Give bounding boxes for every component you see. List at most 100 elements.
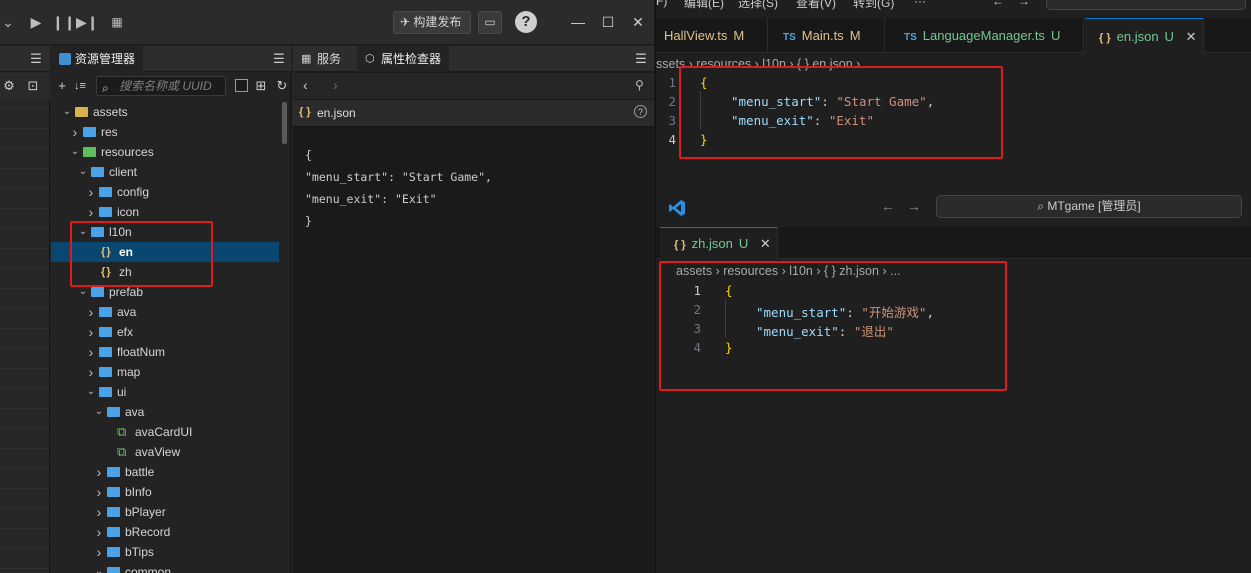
menu-edge: F) (656, 0, 668, 8)
menu-item-more[interactable]: ··· (914, 0, 926, 8)
chevron-right-icon[interactable]: › (93, 502, 105, 522)
panel-menu-icon[interactable]: ☰ (273, 52, 285, 66)
chevron-right-icon[interactable]: › (69, 122, 81, 142)
tree-row-battle[interactable]: › battle (51, 462, 279, 482)
tree-row-assets[interactable]: ⌄ assets (51, 102, 279, 122)
chevron-right-icon[interactable]: › (93, 462, 105, 482)
tree-row-floatnum[interactable]: › floatNum (51, 342, 279, 362)
close-tab-icon[interactable]: ✕ (1186, 29, 1197, 44)
tab-assets[interactable]: 资源管理器 (51, 46, 144, 72)
maximize-icon[interactable]: ☐ (598, 12, 618, 32)
menu-item-goto[interactable]: 转到(G) (853, 0, 894, 11)
chevron-right-icon[interactable]: › (93, 542, 105, 562)
tree-row-ava[interactable]: › ava (51, 302, 279, 322)
tree-row-label: floatNum (117, 345, 166, 359)
vscode-logo-icon (669, 200, 685, 216)
folder-open-icon (91, 287, 104, 297)
minimize-icon[interactable]: — (568, 12, 588, 32)
tab-services[interactable]: ▦ 服务 (293, 46, 349, 72)
line-number: 4 (668, 132, 676, 147)
tree-row-label: res (101, 125, 118, 139)
forward-arrow-icon[interactable]: → (1018, 0, 1030, 8)
step-icon[interactable]: ▶❙ (76, 12, 99, 32)
chevron-down-icon[interactable]: ⌄ (69, 142, 81, 162)
tab-zh-json[interactable]: { } zh.json U ✕ (660, 227, 778, 259)
tree-row-res[interactable]: › res (51, 122, 279, 142)
prefab-icon: ⧉ (117, 444, 127, 459)
chevron-right-icon[interactable]: › (85, 302, 97, 322)
tree-row-ava[interactable]: ⌄ ava (51, 402, 279, 422)
inspector-nav: ‹ › ⚲ (293, 73, 654, 99)
help-button[interactable]: ? (515, 11, 537, 33)
tab-hallview[interactable]: HallView.ts M (656, 18, 768, 53)
tree-row-btips[interactable]: › bTips (51, 542, 279, 562)
chevron-down-icon[interactable]: ⌄ (93, 562, 105, 573)
refresh-icon[interactable]: ↻ (275, 77, 289, 95)
chevron-down-icon[interactable]: ⌄ (93, 402, 105, 422)
forward-arrow-icon[interactable]: › (333, 77, 338, 93)
tab-main[interactable]: TS Main.ts M (769, 18, 885, 53)
chevron-right-icon[interactable]: › (85, 362, 97, 382)
locate-icon[interactable]: ⊡ (26, 77, 40, 95)
build-publish-button[interactable]: ✈ 构建发布 (393, 11, 471, 34)
asset-search-input[interactable]: ⌕ 搜索名称或 UUID (96, 76, 226, 96)
command-center[interactable] (1046, 0, 1246, 10)
tree-row-config[interactable]: › config (51, 182, 279, 202)
tree-row-avacardui[interactable]: ⧉ avaCardUI (51, 422, 279, 442)
tree-row-label: resources (101, 145, 154, 159)
panel-menu-icon[interactable]: ☰ (30, 52, 42, 66)
tab-languagemanager[interactable]: TS LanguageManager.ts U (886, 18, 1084, 53)
menu-bar: F) 编辑(E) 选择(S) 查看(V) 转到(G) ··· ← → (656, 0, 1251, 18)
add-asset-icon[interactable]: + (55, 77, 69, 95)
menu-item-view[interactable]: 查看(V) (796, 0, 836, 11)
pin-icon[interactable]: ⚲ (635, 78, 644, 92)
forward-arrow-icon[interactable]: → (907, 198, 921, 214)
sort-icon[interactable]: ↓≡ (73, 77, 87, 95)
qr-code-icon[interactable]: ▦ (108, 12, 126, 32)
expand-icon[interactable]: ⊞ (254, 77, 268, 95)
assets-panel-header: 资源管理器 ☰ (51, 46, 291, 72)
tab-inspector[interactable]: ⬡ 属性检查器 (357, 46, 450, 72)
tree-row-efx[interactable]: › efx (51, 322, 279, 342)
folder-icon (107, 527, 120, 537)
tree-scrollbar[interactable] (282, 102, 287, 144)
open-folder-button[interactable]: ▭ (478, 11, 502, 34)
tree-row-bplayer[interactable]: › bPlayer (51, 502, 279, 522)
close-window-icon[interactable]: ✕ (628, 12, 648, 32)
folder-icon (99, 347, 112, 357)
tree-row-ui[interactable]: ⌄ ui (51, 382, 279, 402)
tree-row-map[interactable]: › map (51, 362, 279, 382)
back-arrow-icon[interactable]: ← (992, 0, 1004, 8)
chevron-right-icon[interactable]: › (93, 482, 105, 502)
tree-row-icon[interactable]: › icon (51, 202, 279, 222)
chevron-down-icon[interactable]: ⌄ (77, 162, 89, 182)
gear-icon[interactable]: ⚙ (2, 77, 16, 95)
play-icon[interactable]: ▶ (28, 12, 44, 32)
tab-en-json[interactable]: { } en.json U ✕ (1085, 18, 1204, 53)
chevron-down-icon[interactable]: ⌄ (61, 102, 73, 122)
panel-menu-icon[interactable]: ☰ (635, 52, 647, 66)
menu-item-select[interactable]: 选择(S) (738, 0, 778, 11)
help-circle-icon[interactable]: ? (634, 105, 647, 118)
chevron-right-icon[interactable]: › (85, 202, 97, 222)
back-arrow-icon[interactable]: ← (881, 198, 895, 214)
tree-row-binfo[interactable]: › bInfo (51, 482, 279, 502)
chevron-right-icon[interactable]: › (85, 322, 97, 342)
close-tab-icon[interactable]: ✕ (760, 236, 771, 251)
command-center-search[interactable]: ⌕ MTgame [管理员] (936, 195, 1242, 218)
back-arrow-icon[interactable]: ‹ (303, 77, 308, 93)
menu-item-edit[interactable]: 编辑(E) (684, 0, 724, 11)
tree-row-brecord[interactable]: › bRecord (51, 522, 279, 542)
chevron-down-icon[interactable]: ⌄ (85, 382, 97, 402)
chevron-right-icon[interactable]: › (85, 342, 97, 362)
tree-row-avaview[interactable]: ⧉ avaView (51, 442, 279, 462)
tree-row-client[interactable]: ⌄ client (51, 162, 279, 182)
chevron-right-icon[interactable]: › (93, 522, 105, 542)
filter-checkbox[interactable] (235, 79, 248, 92)
tree-row-resources[interactable]: ⌄ resources (51, 142, 279, 162)
pause-icon[interactable]: ❙❙ (52, 12, 75, 32)
dropdown-chevron-icon[interactable]: ⌄ (2, 12, 14, 32)
cocos-editor-window: ⌄ ▶ ❙❙ ▶❙ ▦ ✈ 构建发布 ▭ ? — ☐ ✕ ☰ ⚙ ⊡ 资源管理器… (0, 0, 654, 573)
chevron-right-icon[interactable]: › (85, 182, 97, 202)
tree-row-common[interactable]: ⌄ common (51, 562, 279, 573)
